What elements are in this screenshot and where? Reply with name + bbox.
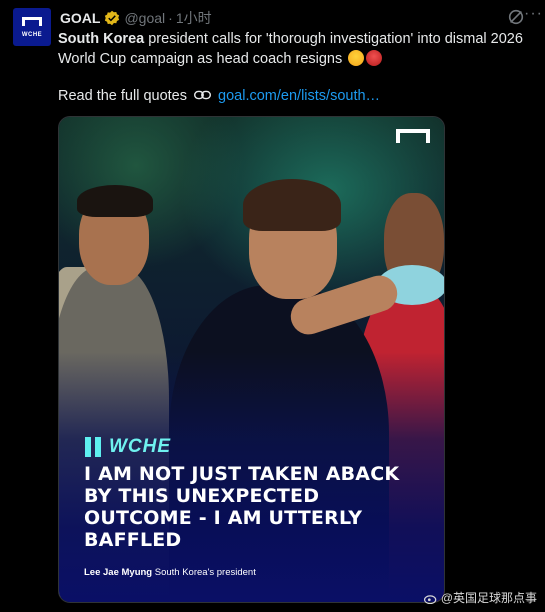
goal-logo-icon (396, 129, 430, 143)
headline-bold: South Korea (58, 31, 145, 47)
attribution-name: Lee Jae Myung (84, 567, 153, 578)
avatar-label: WCHE (21, 32, 43, 38)
coach-hair (243, 179, 341, 231)
attribution-title: South Korea's president (152, 567, 256, 578)
player-left-hair (77, 185, 153, 217)
quotes-prefix: Read the full quotes (58, 88, 187, 104)
post-header: GOAL @goal · 1小时 (60, 9, 212, 27)
weibo-watermark: @英国足球那点事 (423, 589, 537, 606)
post-text: South Korea president calls for 'thoroug… (58, 29, 538, 69)
article-link[interactable]: goal.com/en/lists/south… (218, 88, 380, 104)
separator-dot: · (168, 10, 173, 26)
wche-brand: WCHE (85, 436, 171, 458)
brand-mark-bar (85, 437, 91, 457)
emoji-angry (366, 50, 383, 66)
link-icon (194, 90, 212, 100)
author-avatar[interactable]: WCHE (13, 8, 51, 46)
watermark-text: @英国足球那点事 (440, 591, 537, 605)
more-icon[interactable]: ··· (524, 5, 543, 23)
author-name[interactable]: GOAL (60, 10, 100, 26)
brand-name: WCHE (109, 436, 172, 457)
grok-icon[interactable] (507, 8, 525, 26)
verified-badge-icon (105, 10, 120, 26)
goal-logo-icon (22, 17, 42, 26)
post-time[interactable]: 1小时 (176, 8, 212, 28)
brand-mark-bar (95, 437, 101, 457)
read-quotes-line: Read the full quotes goal.com/en/lists/s… (58, 86, 380, 106)
post-media-image[interactable]: WCHE I AM NOT JUST TAKEN ABACK BY THIS U… (58, 116, 445, 603)
weibo-icon (423, 594, 437, 604)
author-handle[interactable]: @goal (124, 10, 165, 26)
media-quote: I AM NOT JUST TAKEN ABACK BY THIS UNEXPE… (84, 463, 400, 551)
media-attribution: Lee Jae Myung South Korea's president (84, 567, 256, 578)
emoji-grimacing (348, 50, 365, 66)
